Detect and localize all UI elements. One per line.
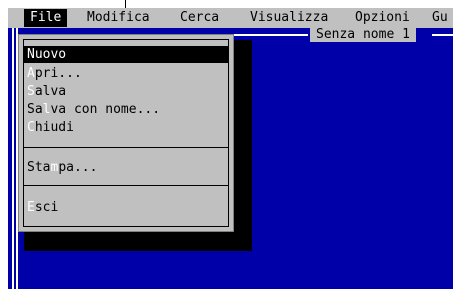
hotkey-letter: C	[27, 120, 35, 135]
menu-guida[interactable]: Gu	[426, 9, 453, 27]
menu-bar: File Modifica Cerca Visualizza Opzioni G…	[8, 8, 453, 28]
menu-item-stampa[interactable]: Stampa...	[23, 159, 229, 176]
hotkey-letter: A	[27, 66, 35, 81]
window-frame-top-right	[432, 34, 453, 36]
menu-separator	[23, 185, 229, 186]
menu-separator	[23, 147, 229, 148]
menu-item-label: alva	[34, 84, 67, 99]
menu-item-chiudi[interactable]: Chiudi	[23, 119, 229, 136]
menu-item-label-prefix: Sa	[27, 102, 43, 117]
menu-item-label-prefix: Sta	[27, 160, 51, 175]
menu-item-salva[interactable]: Salva	[23, 83, 229, 100]
menu-item-label: pri...	[34, 66, 82, 81]
menu-item-label: pa...	[58, 160, 98, 175]
hotkey-letter: S	[27, 84, 35, 99]
menu-opzioni[interactable]: Opzioni	[349, 9, 416, 27]
menu-cerca[interactable]: Cerca	[174, 9, 225, 27]
menu-visualizza[interactable]: Visualizza	[244, 9, 334, 27]
file-dropdown-menu: Nuovo Apri... Salva Salva con nome... Ch…	[18, 34, 234, 232]
menu-file[interactable]: File	[24, 9, 68, 27]
menu-item-apri[interactable]: Apri...	[23, 65, 229, 82]
menu-item-label: Nuovo	[27, 47, 67, 62]
menu-item-label: hiudi	[34, 120, 74, 135]
menu-modifica[interactable]: Modifica	[81, 9, 156, 27]
document-title: Senza nome 1	[310, 28, 416, 42]
mouse-cursor	[125, 0, 126, 8]
menu-item-esci[interactable]: Esci	[23, 199, 229, 216]
menu-item-salva-con-nome[interactable]: Salva con nome...	[23, 101, 229, 118]
hotkey-letter: E	[27, 200, 35, 215]
window-frame-left	[12, 28, 14, 289]
menu-item-label: va con nome...	[50, 102, 161, 117]
menu-item-label: sci	[34, 200, 59, 215]
menu-item-nuovo[interactable]: Nuovo	[23, 46, 229, 63]
